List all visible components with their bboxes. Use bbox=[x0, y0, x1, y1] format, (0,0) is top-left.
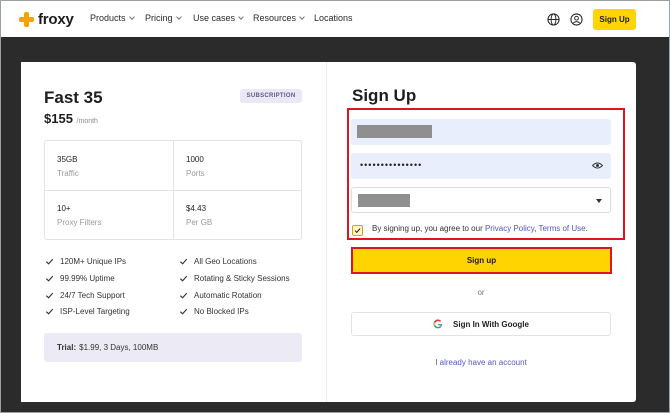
price-value: $155 bbox=[44, 111, 73, 126]
check-icon bbox=[45, 292, 54, 299]
plan-panel: Fast 35 SUBSCRIPTION $155 /month 35GB Tr… bbox=[21, 62, 327, 402]
or-divider: or bbox=[477, 288, 485, 297]
check-icon bbox=[179, 292, 188, 299]
google-signin-button[interactable]: Sign In With Google bbox=[351, 312, 611, 336]
feature-label: Rotating & Sticky Sessions bbox=[194, 274, 290, 283]
feature-item: 24/7 Tech Support bbox=[45, 291, 125, 300]
nav-resources-label: Resources bbox=[253, 13, 297, 23]
chevron-down-icon bbox=[299, 13, 305, 20]
terms-text: By signing up, you agree to our Privacy … bbox=[372, 224, 588, 233]
check-icon bbox=[45, 308, 54, 315]
redacted-value bbox=[357, 125, 432, 138]
check-icon bbox=[179, 258, 188, 265]
brand-name: froxy bbox=[38, 10, 74, 28]
form-title: Sign Up bbox=[352, 86, 417, 105]
nav-use-cases-label: Use cases bbox=[193, 13, 236, 23]
chevron-down-icon bbox=[238, 13, 244, 20]
google-signin-label: Sign In With Google bbox=[453, 319, 529, 329]
terms-suffix: . bbox=[585, 224, 588, 233]
check-icon bbox=[45, 275, 54, 282]
signup-submit-button[interactable]: Sign up bbox=[353, 249, 610, 272]
check-icon bbox=[45, 258, 54, 265]
grid-divider bbox=[45, 190, 301, 191]
caret-down-icon bbox=[596, 199, 602, 203]
nav-use-cases[interactable]: Use cases bbox=[193, 13, 244, 23]
password-value: ••••••••••••••• bbox=[360, 160, 423, 170]
nav-pricing[interactable]: Pricing bbox=[145, 13, 182, 23]
feature-label: All Geo Locations bbox=[194, 257, 257, 266]
stat-label: Per GB bbox=[186, 218, 213, 227]
chevron-down-icon bbox=[175, 13, 182, 20]
feature-label: 24/7 Tech Support bbox=[60, 291, 125, 300]
stat-value: 1000 bbox=[186, 155, 204, 164]
feature-item: No Blocked IPs bbox=[179, 307, 249, 316]
stat-per-gb: $4.43 Per GB bbox=[186, 204, 212, 227]
plan-price: $155 /month bbox=[44, 111, 98, 126]
signup-card: Fast 35 SUBSCRIPTION $155 /month 35GB Tr… bbox=[21, 62, 636, 402]
email-field[interactable] bbox=[351, 119, 611, 145]
feature-label: ISP-Level Targeting bbox=[60, 307, 130, 316]
feature-item: Rotating & Sticky Sessions bbox=[179, 274, 290, 283]
subscription-badge: SUBSCRIPTION bbox=[240, 89, 302, 103]
stat-value: $4.43 bbox=[186, 204, 207, 213]
feature-label: 99.99% Uptime bbox=[60, 274, 115, 283]
feature-label: Automatic Rotation bbox=[194, 291, 262, 300]
feature-item: ISP-Level Targeting bbox=[45, 307, 130, 316]
feature-item: All Geo Locations bbox=[179, 257, 257, 266]
trial-banner: Trial: $1.99, 3 Days, 100MB bbox=[44, 333, 302, 362]
stat-label: Proxy Filters bbox=[57, 218, 102, 227]
stat-label: Traffic bbox=[57, 169, 79, 178]
feature-item: 120M+ Unique IPs bbox=[45, 257, 126, 266]
nav-products-label: Products bbox=[90, 13, 126, 23]
check-icon bbox=[179, 275, 188, 282]
plan-title: Fast 35 bbox=[44, 88, 103, 107]
stat-label: Ports bbox=[186, 169, 205, 178]
password-field[interactable]: ••••••••••••••• bbox=[351, 153, 611, 179]
nav-products[interactable]: Products bbox=[90, 13, 135, 23]
trial-details: $1.99, 3 Days, 100MB bbox=[79, 343, 159, 352]
froxy-logo-icon bbox=[19, 11, 34, 27]
stat-proxy-filters: 10+ Proxy Filters bbox=[57, 204, 101, 227]
nav-pricing-label: Pricing bbox=[145, 13, 173, 23]
feature-label: No Blocked IPs bbox=[194, 307, 249, 316]
feature-label: 120M+ Unique IPs bbox=[60, 257, 127, 266]
trial-label: Trial: bbox=[57, 343, 77, 352]
nav-signup-button[interactable]: Sign Up bbox=[593, 9, 636, 30]
nav-locations[interactable]: Locations bbox=[314, 13, 353, 23]
stat-value: 10+ bbox=[57, 204, 71, 213]
stat-traffic: 35GB Traffic bbox=[57, 155, 79, 178]
feature-item: Automatic Rotation bbox=[179, 291, 262, 300]
globe-icon[interactable] bbox=[547, 13, 560, 26]
price-period: /month bbox=[76, 118, 98, 125]
stat-ports: 1000 Ports bbox=[186, 155, 205, 178]
privacy-policy-link[interactable]: Privacy Policy bbox=[485, 224, 534, 233]
terms-prefix: By signing up, you agree to our bbox=[372, 224, 485, 233]
stat-value: 35GB bbox=[57, 155, 78, 164]
existing-account-link[interactable]: I already have an account bbox=[351, 358, 611, 367]
eye-icon[interactable] bbox=[592, 161, 603, 170]
google-icon bbox=[433, 319, 443, 329]
feature-item: 99.99% Uptime bbox=[45, 274, 115, 283]
brand-logo[interactable]: froxy bbox=[19, 10, 74, 28]
redacted-value bbox=[358, 194, 410, 207]
plan-stats-grid: 35GB Traffic 1000 Ports 10+ Proxy Filter… bbox=[44, 140, 302, 240]
nav-resources[interactable]: Resources bbox=[253, 13, 305, 23]
user-icon[interactable] bbox=[570, 13, 583, 26]
nav-locations-label: Locations bbox=[314, 13, 353, 23]
chevron-down-icon bbox=[128, 13, 135, 20]
country-select[interactable] bbox=[351, 187, 611, 213]
terms-of-use-link[interactable]: Terms of Use bbox=[538, 224, 585, 233]
check-icon bbox=[179, 308, 188, 315]
top-navbar: froxy Products Pricing Use cases Resourc… bbox=[1, 1, 669, 37]
terms-checkbox[interactable] bbox=[352, 225, 363, 236]
